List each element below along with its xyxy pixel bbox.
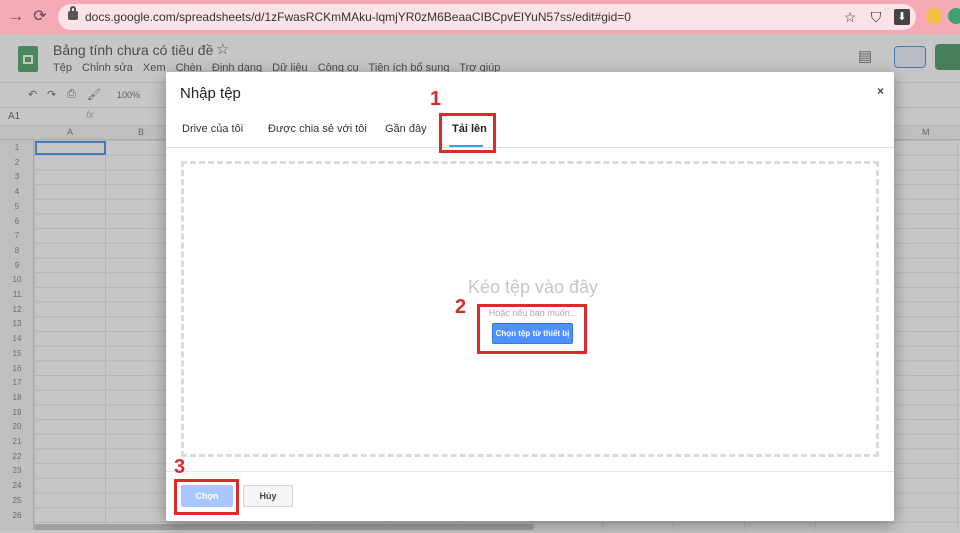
annotation-number-2: 2 <box>455 296 467 318</box>
annotation-box-upload-tab <box>439 113 496 153</box>
close-icon[interactable]: × <box>877 84 884 98</box>
browser-toolbar: → ⟳ docs.google.com/spreadsheets/d/1zFwa… <box>0 0 960 34</box>
footer-divider <box>166 471 894 472</box>
download-icon[interactable]: ⬇ <box>894 9 910 25</box>
bookmark-star-icon[interactable]: ☆ <box>842 9 858 25</box>
tab-my-drive[interactable]: Drive của tôi <box>182 123 243 135</box>
cancel-button[interactable]: Hủy <box>243 485 293 507</box>
annotation-box-choose-file <box>477 304 587 354</box>
import-file-dialog: Nhập tệp × Drive của tôi Được chia sẻ vớ… <box>166 72 894 521</box>
tab-recent[interactable]: Gần đây <box>385 123 427 135</box>
extension-icon[interactable] <box>926 8 942 24</box>
tab-shared-with-me[interactable]: Được chia sẻ với tôi <box>268 123 367 135</box>
reload-icon[interactable]: ⟳ <box>30 7 50 27</box>
extension-icon[interactable] <box>948 8 960 24</box>
dialog-title: Nhập tệp <box>180 85 241 102</box>
address-bar[interactable]: docs.google.com/spreadsheets/d/1zFwasRCK… <box>58 4 916 30</box>
shield-icon[interactable]: ⛉ <box>868 9 884 25</box>
url-text: docs.google.com/spreadsheets/d/1zFwasRCK… <box>85 10 631 24</box>
annotation-number-3: 3 <box>174 456 186 478</box>
annotation-number-1: 1 <box>430 88 442 110</box>
dropzone-title: Kéo tệp vào đây <box>467 277 599 297</box>
back-arrow-icon[interactable]: → <box>6 7 26 27</box>
lock-icon <box>68 6 78 20</box>
annotation-box-select <box>174 479 239 515</box>
dialog-tabs: Drive của tôi Được chia sẻ với tôi Gần đ… <box>166 120 894 148</box>
